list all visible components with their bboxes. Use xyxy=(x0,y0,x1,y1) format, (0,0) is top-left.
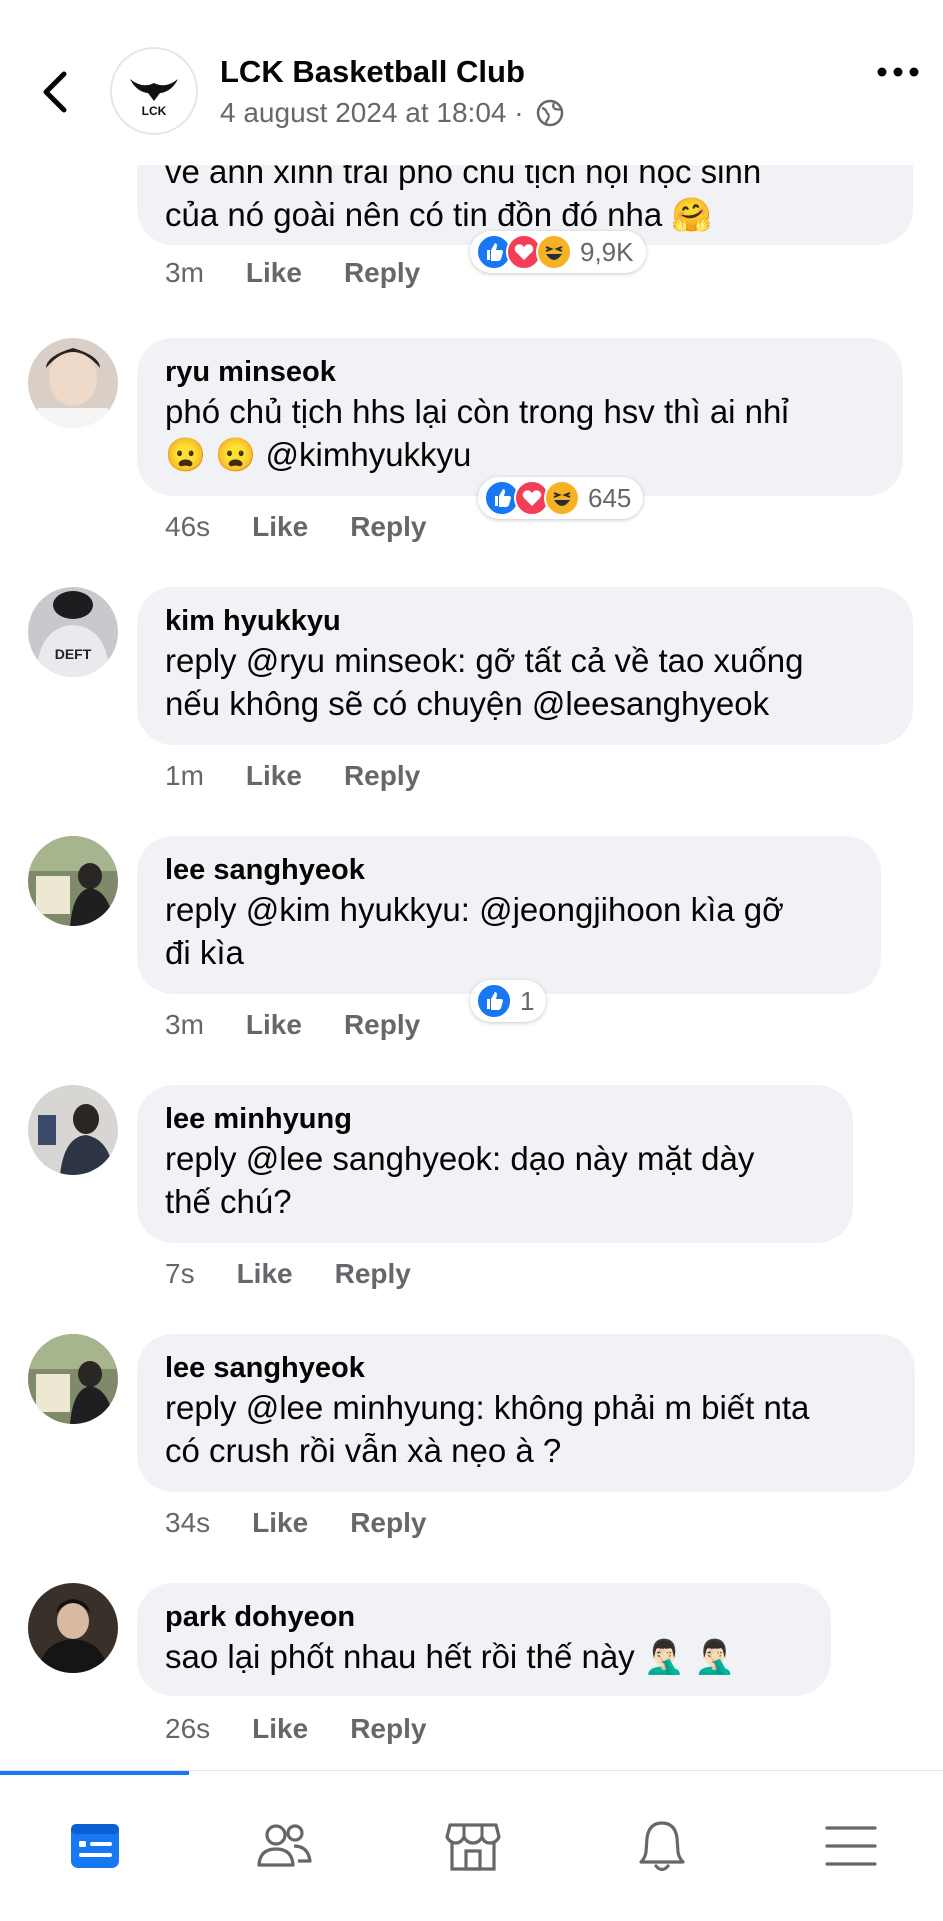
back-arrow-icon[interactable] xyxy=(38,68,74,116)
comment-time: 26s xyxy=(165,1713,211,1744)
comment-time: 46s xyxy=(165,511,211,542)
page-title[interactable]: LCK Basketball Club xyxy=(220,54,525,90)
page-avatar[interactable]: LCK xyxy=(110,47,198,135)
comment-time: 1m xyxy=(165,760,204,791)
comment-author[interactable]: lee sanghyeok xyxy=(165,852,853,888)
comment-bubble[interactable]: kim hyukkyu reply @ryu minseok: gỡ tất c… xyxy=(137,587,913,745)
comment-text: sao lại phốt nhau hết rồi thế này 🤦🏻‍♂️ … xyxy=(165,1638,736,1675)
more-options-icon[interactable] xyxy=(876,62,920,82)
like-button[interactable]: Like xyxy=(237,1258,293,1290)
reply-button[interactable]: Reply xyxy=(344,1009,420,1041)
tab-marketplace[interactable] xyxy=(378,1771,567,1921)
comment-actions: 3m Like Reply xyxy=(165,1009,420,1041)
comment-time: 3m xyxy=(165,257,204,288)
reply-button[interactable]: Reply xyxy=(344,760,420,792)
comment-bubble[interactable]: park dohyeon sao lại phốt nhau hết rồi t… xyxy=(137,1583,831,1696)
comment-author[interactable]: kim hyukkyu xyxy=(165,603,885,639)
like-button[interactable]: Like xyxy=(252,1713,308,1745)
comment-text: reply @kim hyukkyu: @jeongjihoon kìa gỡ … xyxy=(165,891,784,971)
comment-actions: 46s Like Reply xyxy=(165,511,426,543)
comments-list: về anh xinh trai phó chủ tịch hội học si… xyxy=(0,165,943,1775)
reply-button[interactable]: Reply xyxy=(344,257,420,289)
reply-button[interactable]: Reply xyxy=(350,1713,426,1745)
bell-icon xyxy=(638,1821,685,1872)
avatar[interactable] xyxy=(28,1334,118,1424)
friends-icon xyxy=(256,1824,312,1867)
lck-logo-icon: LCK xyxy=(130,79,178,118)
reaction-count: 645 xyxy=(588,482,632,513)
tab-feed[interactable] xyxy=(0,1771,189,1921)
reaction-count: 1 xyxy=(520,985,535,1016)
like-button[interactable]: Like xyxy=(252,1507,308,1539)
reply-button[interactable]: Reply xyxy=(350,511,426,543)
post-header: LCK LCK Basketball Club 4 august 2024 at… xyxy=(0,0,943,165)
avatar[interactable]: DEFT xyxy=(28,587,118,677)
like-button[interactable]: Like xyxy=(246,257,302,289)
comment-time: 34s xyxy=(165,1507,211,1538)
reply-button[interactable]: Reply xyxy=(350,1507,426,1539)
like-button[interactable]: Like xyxy=(252,511,308,543)
avatar[interactable] xyxy=(28,338,118,428)
tab-notifications[interactable] xyxy=(567,1771,756,1921)
comment-bubble[interactable]: lee minhyung reply @lee sanghyeok: dạo n… xyxy=(137,1085,853,1243)
like-button[interactable]: Like xyxy=(246,760,302,792)
comment-author[interactable]: lee sanghyeok xyxy=(165,1350,887,1386)
reply-button[interactable]: Reply xyxy=(335,1258,411,1290)
menu-icon xyxy=(824,1826,877,1866)
comment-text: reply @lee sanghyeok: dạo này mặt dày th… xyxy=(165,1140,755,1220)
comment-bubble[interactable]: lee sanghyeok reply @lee minhyung: không… xyxy=(137,1334,915,1492)
comment-time: 7s xyxy=(165,1258,195,1289)
avatar[interactable] xyxy=(28,1085,118,1175)
like-reaction-icon xyxy=(476,983,512,1019)
comment-actions: 34s Like Reply xyxy=(165,1507,426,1539)
haha-reaction-icon xyxy=(536,234,572,270)
svg-text:LCK: LCK xyxy=(142,104,167,118)
bottom-nav xyxy=(0,1770,943,1921)
globe-icon xyxy=(536,99,563,127)
like-button[interactable]: Like xyxy=(246,1009,302,1041)
avatar[interactable] xyxy=(28,836,118,926)
tab-menu[interactable] xyxy=(756,1771,943,1921)
reaction-summary[interactable]: 1 xyxy=(470,980,547,1022)
haha-reaction-icon xyxy=(544,480,580,516)
comment-author[interactable]: park dohyeon xyxy=(165,1599,803,1635)
svg-text:DEFT: DEFT xyxy=(55,646,92,662)
marketplace-icon xyxy=(444,1823,501,1871)
comment-text: reply @ryu minseok: gỡ tất cả về tao xuố… xyxy=(165,642,804,722)
comment-actions: 7s Like Reply xyxy=(165,1258,411,1290)
comment-author[interactable]: lee minhyung xyxy=(165,1101,825,1137)
comment-actions: 1m Like Reply xyxy=(165,760,420,792)
reaction-summary[interactable]: 9,9K xyxy=(470,231,646,273)
comment-text: về anh xinh trai phó chủ tịch hội học si… xyxy=(165,165,762,190)
comment-author[interactable]: ryu minseok xyxy=(165,354,875,390)
feed-icon xyxy=(70,1824,119,1868)
comment-text: reply @lee minhyung: không phải m biết n… xyxy=(165,1389,810,1469)
comment-bubble[interactable]: ryu minseok phó chủ tịch hhs lại còn tro… xyxy=(137,338,903,496)
avatar[interactable] xyxy=(28,1583,118,1673)
comment-actions: 26s Like Reply xyxy=(165,1713,426,1745)
tab-friends[interactable] xyxy=(189,1771,378,1921)
comment-text: phó chủ tịch hhs lại còn trong hsv thì a… xyxy=(165,393,789,473)
reaction-summary[interactable]: 645 xyxy=(478,477,644,519)
timestamp-text: 4 august 2024 at 18:04 · xyxy=(220,97,524,128)
comment-time: 3m xyxy=(165,1009,204,1040)
post-timestamp: 4 august 2024 at 18:04 · xyxy=(220,97,564,129)
comment-text: của nó goài nên có tin đồn đó nha 🤗 xyxy=(165,196,713,233)
reaction-count: 9,9K xyxy=(580,236,634,267)
comment-actions: 3m Like Reply xyxy=(165,257,420,289)
comment-bubble[interactable]: lee sanghyeok reply @kim hyukkyu: @jeong… xyxy=(137,836,881,994)
